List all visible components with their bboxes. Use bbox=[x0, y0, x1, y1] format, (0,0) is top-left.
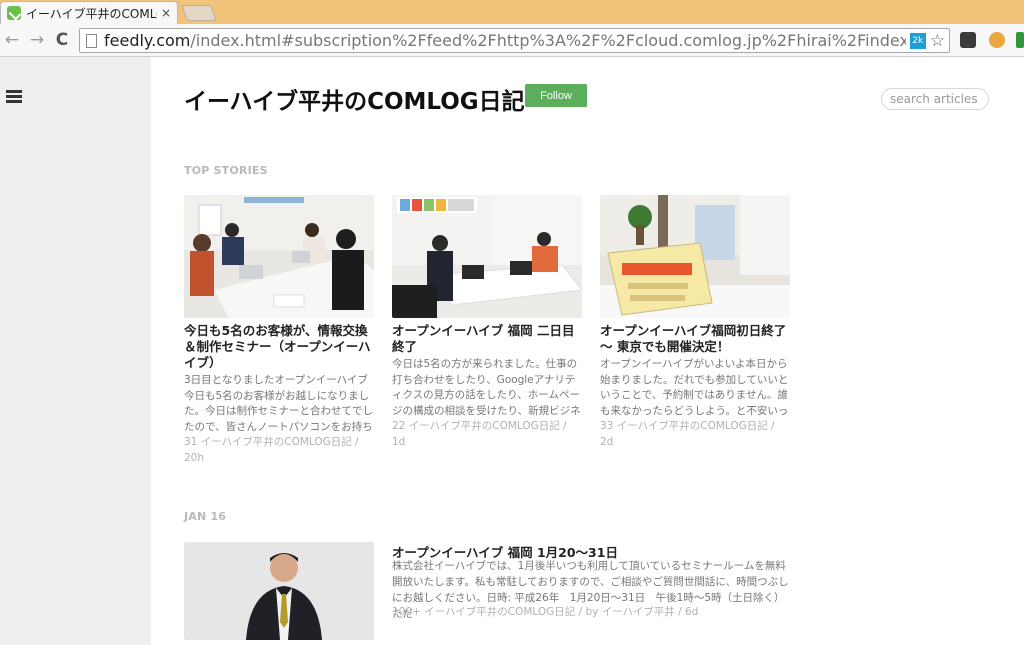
active-tab[interactable]: イーハイブ平井のCOMLOG日 × bbox=[0, 1, 178, 24]
url-text[interactable]: feedly.com/index.html#subscription%2Ffee… bbox=[104, 31, 906, 50]
url-host: feedly.com bbox=[104, 31, 191, 50]
hamburger-menu-icon[interactable] bbox=[6, 90, 22, 104]
story-title[interactable]: オープンイーハイブ 福岡 二日目終了 bbox=[392, 323, 582, 355]
story-card[interactable]: 今日も5名のお客様が、情報交換＆制作セミナー（オープンイーハイブ） 3日目となり… bbox=[184, 195, 374, 466]
entry-thumbnail[interactable] bbox=[184, 542, 374, 640]
extension-icon[interactable] bbox=[1016, 32, 1024, 48]
story-excerpt: 3日目となりましたオープンイーハイブ今日も5名のお客様がお越しになりました。今日… bbox=[184, 374, 373, 433]
entry-meta: 100+ イーハイブ平井のCOMLOG日記 / by イーハイブ平井 / 6d bbox=[392, 606, 699, 618]
story-card[interactable]: オープンイーハイブ 福岡 二日目終了 今日は5名の方が来られました。仕事の打ち合… bbox=[392, 195, 582, 450]
story-title[interactable]: 今日も5名のお客様が、情報交換＆制作セミナー（オープンイーハイブ） bbox=[184, 323, 374, 371]
story-meta: 31 イーハイブ平井のCOMLOG日記 / 20h bbox=[184, 436, 359, 464]
feedly-favicon-icon bbox=[7, 6, 21, 20]
story-excerpt: オープンイーハイブがいよいよ本日から始まりました。だれでも参加していいということ… bbox=[600, 358, 789, 417]
address-bar[interactable]: feedly.com/index.html#subscription%2Ffee… bbox=[79, 28, 950, 53]
forward-icon[interactable]: → bbox=[27, 30, 47, 50]
evernote-extension-icon[interactable] bbox=[960, 32, 976, 48]
tab-close-icon[interactable]: × bbox=[161, 6, 171, 20]
follow-button[interactable]: Follow bbox=[525, 84, 587, 107]
story-thumbnail[interactable] bbox=[600, 195, 790, 318]
story-meta: 33 イーハイブ平井のCOMLOG日記 / 2d bbox=[600, 420, 775, 448]
page-icon bbox=[86, 33, 97, 48]
tab-strip: イーハイブ平井のCOMLOG日 × bbox=[0, 0, 1024, 24]
browser-window: イーハイブ平井のCOMLOG日 × ← → C feedly.com/index… bbox=[0, 0, 1024, 645]
new-tab-button[interactable] bbox=[181, 5, 217, 21]
feed-title[interactable]: イーハイブ平井のCOMLOG日記 bbox=[184, 82, 525, 116]
story-excerpt: 今日は5名の方が来られました。仕事の打ち合わせをしたり、Googleアナリティク… bbox=[392, 358, 581, 417]
reload-icon[interactable]: C bbox=[52, 30, 72, 50]
story-title[interactable]: オープンイーハイブ福岡初日終了～ 東京でも開催決定！ bbox=[600, 323, 790, 355]
left-sidebar bbox=[0, 57, 151, 645]
story-card[interactable]: オープンイーハイブ福岡初日終了～ 東京でも開催決定！ オープンイーハイブがいよい… bbox=[600, 195, 790, 450]
story-thumbnail[interactable] bbox=[184, 195, 374, 318]
story-thumbnail[interactable] bbox=[392, 195, 582, 318]
bookmark-star-icon[interactable]: ☆ bbox=[930, 31, 945, 51]
search-input[interactable] bbox=[881, 88, 989, 110]
date-heading: JAN 16 bbox=[184, 510, 227, 523]
story-meta: 22 イーハイブ平井のCOMLOG日記 / 1d bbox=[392, 420, 567, 448]
cookie-extension-icon[interactable] bbox=[989, 32, 1005, 48]
back-icon[interactable]: ← bbox=[2, 30, 22, 50]
browser-toolbar: ← → C feedly.com/index.html#subscription… bbox=[0, 24, 1024, 57]
top-stories-heading: TOP STORIES bbox=[184, 164, 268, 177]
url-path: /index.html#subscription%2Ffeed%2Fhttp%3… bbox=[190, 31, 906, 50]
tab-title: イーハイブ平井のCOMLOG日 bbox=[26, 6, 157, 21]
extension-badge-icon[interactable]: 2k bbox=[909, 32, 926, 49]
